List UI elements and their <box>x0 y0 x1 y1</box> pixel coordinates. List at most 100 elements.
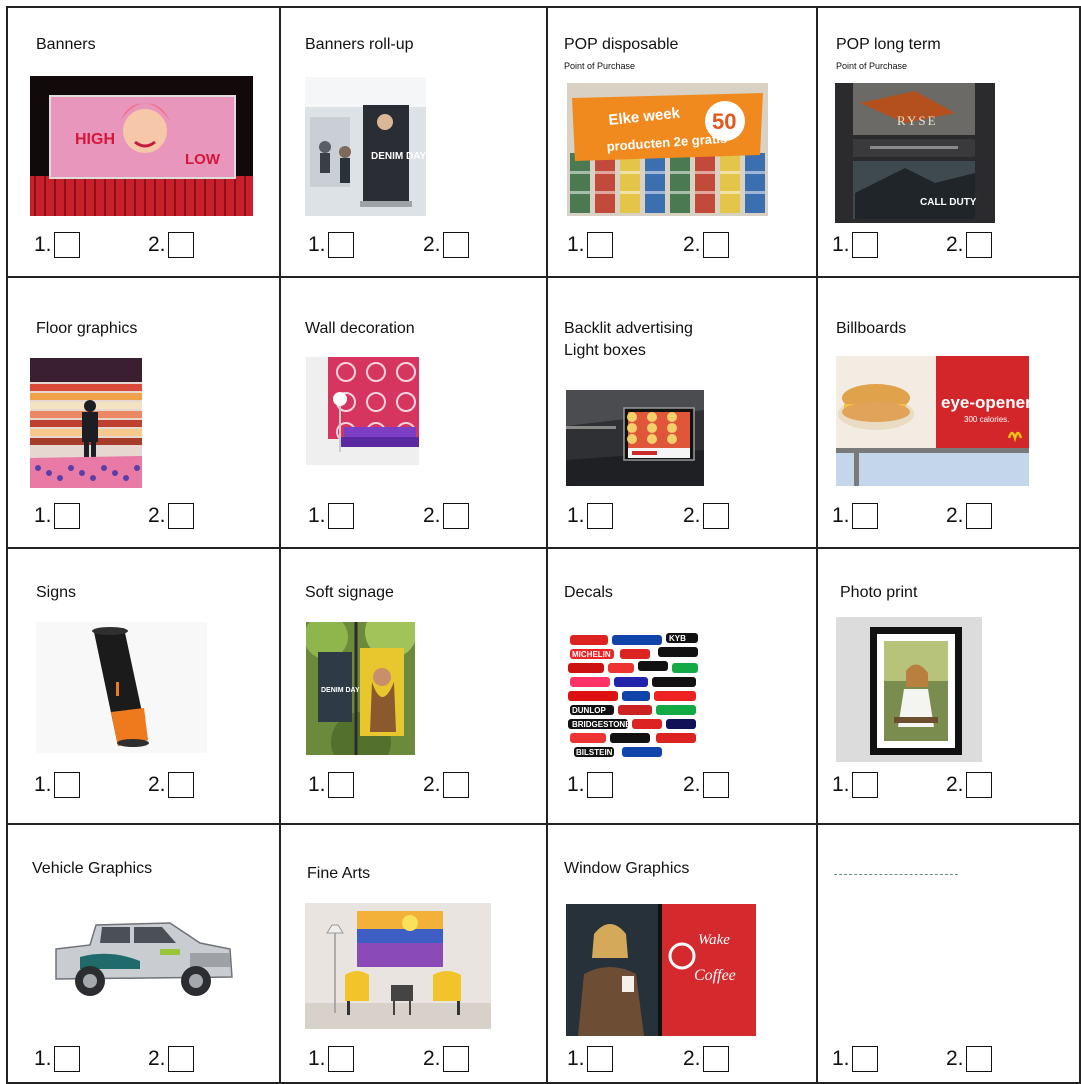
cell-subtitle: Point of Purchase <box>836 61 908 71</box>
option-1-checkbox-group: 1. <box>832 502 878 530</box>
option-2-label: 2. <box>683 504 701 527</box>
option-1-checkbox[interactable] <box>586 772 613 798</box>
option-1-checkbox[interactable] <box>851 232 878 258</box>
cell-title: Floor graphics <box>36 320 138 337</box>
option-1-label: 1. <box>308 233 326 256</box>
option-1-checkbox-group: 1. <box>832 231 878 259</box>
option-2-checkbox[interactable] <box>965 1046 992 1072</box>
option-1-checkbox-group: 1. <box>832 1045 878 1073</box>
window-wake-text: Wake <box>698 932 730 948</box>
option-2-checkbox[interactable] <box>965 772 992 798</box>
option-1-label: 1. <box>308 773 326 796</box>
option-2-checkbox-group: 2. <box>946 231 992 259</box>
thumbnail-image <box>30 358 142 488</box>
option-1-checkbox-group: 1. <box>832 771 878 799</box>
thumbnail-window-graphics: Wake Coffee <box>566 904 756 1036</box>
cell-title: Decals <box>564 584 613 601</box>
option-1-checkbox[interactable] <box>53 503 80 529</box>
option-2-checkbox[interactable] <box>965 232 992 258</box>
cell-title: Soft signage <box>305 584 394 601</box>
option-2-checkbox-group: 2. <box>683 1045 729 1073</box>
decal-kyb-text: KYB <box>669 634 686 643</box>
thumbnail-image: HIGH LOW <box>30 76 253 216</box>
option-1-checkbox[interactable] <box>53 232 80 258</box>
option-1-label: 1. <box>308 1047 326 1070</box>
option-2-label: 2. <box>683 773 701 796</box>
decal-bilstein-text: BILSTEIN <box>576 748 613 757</box>
option-1-checkbox[interactable] <box>327 1046 354 1072</box>
option-1-label: 1. <box>567 1047 585 1070</box>
option-2-label: 2. <box>946 773 964 796</box>
option-1-label: 1. <box>832 773 850 796</box>
cell-title: POP long term <box>836 36 941 53</box>
cell-title: Fine Arts <box>307 865 371 882</box>
option-1-checkbox[interactable] <box>327 232 354 258</box>
option-1-checkbox-group: 1. <box>567 502 613 530</box>
option-2-checkbox-group: 2. <box>148 502 194 530</box>
option-1-label: 1. <box>567 504 585 527</box>
option-2-checkbox-group: 2. <box>423 771 469 799</box>
option-2-checkbox[interactable] <box>702 772 729 798</box>
option-2-label: 2. <box>148 504 166 527</box>
decal-bridgestone-text: BRIDGESTONE <box>572 720 631 729</box>
option-1-checkbox[interactable] <box>851 772 878 798</box>
thumbnail-image <box>566 390 704 486</box>
option-2-checkbox-group: 2. <box>946 502 992 530</box>
option-2-checkbox-group: 2. <box>423 1045 469 1073</box>
option-1-checkbox-group: 1. <box>34 1045 80 1073</box>
cell-title: Backlit advertising <box>564 320 693 337</box>
option-1-checkbox[interactable] <box>586 503 613 529</box>
option-1-checkbox[interactable] <box>586 1046 613 1072</box>
option-2-checkbox[interactable] <box>442 232 469 258</box>
option-2-checkbox[interactable] <box>167 232 194 258</box>
option-2-checkbox[interactable] <box>702 503 729 529</box>
option-1-checkbox[interactable] <box>851 503 878 529</box>
cell-title: Window Graphics <box>564 860 690 877</box>
option-2-checkbox[interactable] <box>442 1046 469 1072</box>
option-2-checkbox[interactable] <box>442 503 469 529</box>
option-2-checkbox[interactable] <box>702 1046 729 1072</box>
option-1-label: 1. <box>567 233 585 256</box>
cell-title: Billboards <box>836 320 907 337</box>
option-1-checkbox[interactable] <box>53 772 80 798</box>
thumbnail-image <box>306 357 419 465</box>
option-2-checkbox-group: 2. <box>423 502 469 530</box>
option-2-label: 2. <box>423 1047 441 1070</box>
thumbnail-image <box>36 622 207 753</box>
option-2-checkbox-group: 2. <box>148 231 194 259</box>
option-1-checkbox[interactable] <box>327 503 354 529</box>
cell-title: POP disposable <box>564 36 679 53</box>
option-1-checkbox[interactable] <box>53 1046 80 1072</box>
option-2-label: 2. <box>946 233 964 256</box>
option-2-checkbox[interactable] <box>702 232 729 258</box>
option-1-checkbox[interactable] <box>851 1046 878 1072</box>
option-2-checkbox[interactable] <box>167 772 194 798</box>
option-1-label: 1. <box>567 773 585 796</box>
soft-signage-text: DENIM DAYS <box>321 687 365 694</box>
thumbnail-signs <box>36 622 207 753</box>
option-2-checkbox-group: 2. <box>946 1045 992 1073</box>
option-1-checkbox-group: 1. <box>34 771 80 799</box>
cell-title-line-2: Light boxes <box>564 342 646 359</box>
billboard-slogan-text: eye-opener. <box>941 393 1029 412</box>
option-1-checkbox-group: 1. <box>308 231 354 259</box>
option-1-label: 1. <box>832 504 850 527</box>
thumbnail-image: RYSE CALL DUTY <box>835 83 995 223</box>
option-2-checkbox[interactable] <box>167 1046 194 1072</box>
window-coffee-text: Coffee <box>694 967 736 984</box>
option-2-label: 2. <box>683 233 701 256</box>
option-2-checkbox-group: 2. <box>148 1045 194 1073</box>
option-2-checkbox[interactable] <box>167 503 194 529</box>
option-2-checkbox[interactable] <box>442 772 469 798</box>
thumbnail-fine-arts <box>305 903 491 1029</box>
cell-title: Banners roll-up <box>305 36 414 53</box>
thumbnail-wall-decoration <box>306 357 419 465</box>
option-1-checkbox[interactable] <box>327 772 354 798</box>
option-1-checkbox-group: 1. <box>308 1045 354 1073</box>
option-1-checkbox[interactable] <box>586 232 613 258</box>
option-2-checkbox[interactable] <box>965 503 992 529</box>
option-1-label: 1. <box>34 233 52 256</box>
thumbnail-vehicle-graphics <box>50 897 236 1005</box>
option-2-label: 2. <box>423 773 441 796</box>
option-2-label: 2. <box>423 504 441 527</box>
